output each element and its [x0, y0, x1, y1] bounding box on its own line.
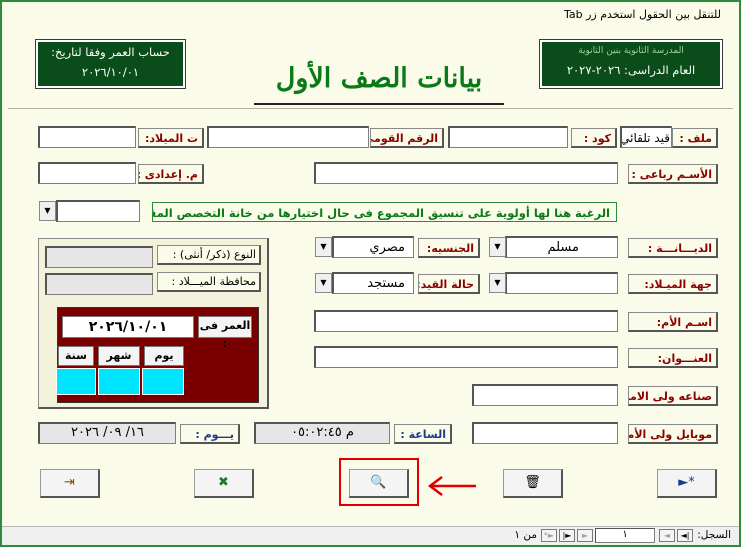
age-months-value — [98, 368, 140, 395]
religion-label: الديـــانـــة : — [628, 238, 718, 258]
new-blank-record-icon: ►* — [543, 531, 555, 540]
last-record-icon: ►| — [562, 531, 572, 540]
birth-place-field[interactable] — [505, 272, 618, 294]
birth-governorate-value — [45, 273, 153, 295]
current-record-field[interactable]: ١ — [595, 528, 655, 543]
national-id-field[interactable] — [207, 126, 369, 148]
national-id-label: الرقم القومى: — [370, 128, 444, 148]
age-year-header: سنة — [58, 346, 94, 366]
exit-door-icon: ⇥ — [64, 475, 75, 490]
age-reference-box: حساب العمر وفقا لتاريخ: ٢٠٢٦/١٠/٠١ — [36, 40, 185, 88]
window-title: للتنقل بين الحقول استخدم زر Tab — [563, 8, 721, 21]
age-month-header: شهر — [98, 346, 140, 366]
status-dropdown-button[interactable]: ▼ — [315, 273, 332, 293]
prev-record-icon: ◄ — [663, 531, 671, 540]
full-name-label: الأسـم رباعى : — [628, 164, 718, 184]
gender-value — [45, 246, 153, 268]
new-record-icon: ►* — [678, 475, 695, 490]
gender-label: النوع (ذكر/ أنثى) : — [157, 245, 261, 265]
age-day-header: يوم — [144, 346, 184, 366]
chevron-down-icon: ▼ — [320, 278, 327, 287]
nationality-dropdown-button[interactable]: ▼ — [315, 237, 332, 257]
full-name-field[interactable] — [314, 162, 618, 184]
age-at-date: ٢٠٢٦/١٠/٠١ — [62, 316, 194, 338]
school-name: المدرسة الثانوية بنين الثانوية — [578, 46, 684, 56]
last-record-button[interactable]: ►| — [559, 529, 575, 542]
form-window: للتنقل بين الحقول استخدم زر Tab حساب الع… — [0, 0, 741, 547]
search-button-highlight — [339, 458, 419, 506]
preference-field[interactable] — [56, 200, 140, 222]
title-bar: للتنقل بين الحقول استخدم زر Tab — [2, 2, 739, 26]
school-year: العام الدراسى: ٢٠٢٦-٢٠٢٧ — [566, 63, 696, 77]
age-reference-date: ٢٠٢٦/١٠/٠١ — [81, 65, 140, 79]
delete-button[interactable]: 🗑 — [503, 469, 563, 498]
computed-info-panel: النوع (ذكر/ أنثى) : محافظة الميـــلاد : … — [38, 238, 269, 409]
birth-place-dropdown-button[interactable]: ▼ — [489, 273, 506, 293]
day-label: يـــوم : — [180, 424, 240, 444]
guardian-job-label: صناعه ولى الامر: — [628, 386, 718, 406]
age-days-value — [142, 368, 184, 395]
code-label: كود : — [571, 128, 617, 148]
record-navigator: السجل: |◄ ◄ ١ ► ►| ►* من ١ — [2, 526, 739, 545]
exit-button[interactable]: ⇥ — [40, 469, 100, 498]
age-years-value — [56, 368, 96, 395]
record-count: من ١ — [514, 529, 537, 541]
new-blank-record-button[interactable]: ►* — [541, 529, 557, 542]
religion-dropdown-button[interactable]: ▼ — [489, 237, 506, 257]
first-record-icon: |◄ — [680, 531, 690, 540]
preference-dropdown-button[interactable]: ▼ — [39, 201, 56, 221]
age-at-label: العمر فى : — [198, 316, 252, 350]
preference-note: الرغبة هنا لها أولوية على تنسيق المجموع … — [152, 202, 617, 222]
header-divider — [8, 108, 733, 109]
mother-name-label: اسـم الأم: — [628, 312, 718, 332]
prep-school-field[interactable] — [38, 162, 136, 184]
time-value: م ٠٥:٠٢:٤٥ — [254, 422, 390, 444]
birth-date-label: ت الميلاد: — [138, 128, 204, 148]
excel-icon: ✖ — [218, 475, 229, 490]
pointer-arrow-icon — [427, 476, 476, 496]
prev-record-button[interactable]: ◄ — [659, 529, 675, 542]
school-year-box: المدرسة الثانوية بنين الثانوية العام الد… — [540, 40, 722, 88]
code-field[interactable] — [448, 126, 568, 148]
chevron-down-icon: ▼ — [494, 278, 501, 287]
address-label: العنـــوان: — [628, 348, 718, 368]
new-record-button[interactable]: ►* — [657, 469, 717, 498]
chevron-down-icon: ▼ — [494, 242, 501, 251]
next-record-button[interactable]: ► — [577, 529, 593, 542]
trash-icon: 🗑 — [524, 475, 541, 490]
birth-date-field[interactable] — [38, 126, 136, 148]
age-calculator: العمر فى : ٢٠٢٦/١٠/٠١ يوم شهر سنة — [56, 307, 259, 403]
export-excel-button[interactable]: ✖ — [194, 469, 254, 498]
chevron-down-icon: ▼ — [44, 206, 51, 215]
chevron-down-icon: ▼ — [320, 242, 327, 251]
guardian-mobile-field[interactable] — [472, 422, 618, 444]
address-field[interactable] — [314, 346, 618, 368]
mother-name-field[interactable] — [314, 310, 618, 332]
next-record-icon: ► — [581, 531, 589, 540]
age-reference-caption: حساب العمر وفقا لتاريخ: — [51, 45, 170, 59]
time-label: الساعة : — [394, 424, 452, 444]
record-label: السجل: — [697, 529, 731, 541]
file-field[interactable]: قيد تلقائي — [620, 126, 672, 148]
religion-field[interactable]: مسلم — [505, 236, 618, 258]
nationality-label: الجنسيه: — [418, 238, 480, 258]
page-title: بيانات الصف الأول — [254, 59, 504, 105]
birth-governorate-label: محافظة الميـــلاد : — [157, 272, 261, 292]
first-record-button[interactable]: |◄ — [677, 529, 693, 542]
file-label: ملف : — [672, 128, 718, 148]
prep-school-label: م. إعدادى : — [138, 164, 204, 184]
status-field[interactable]: مستجد — [332, 272, 414, 294]
nationality-field[interactable]: مصري — [332, 236, 414, 258]
birth-place-label: جهة الميـلاد: — [628, 274, 718, 294]
guardian-mobile-label: موبايل ولى الأمر: — [628, 424, 718, 444]
status-label: حالة القيد: — [418, 274, 480, 294]
guardian-job-field[interactable] — [472, 384, 618, 406]
day-value: ١٦/ ٠٩/ ٢٠٢٦ — [38, 422, 176, 444]
